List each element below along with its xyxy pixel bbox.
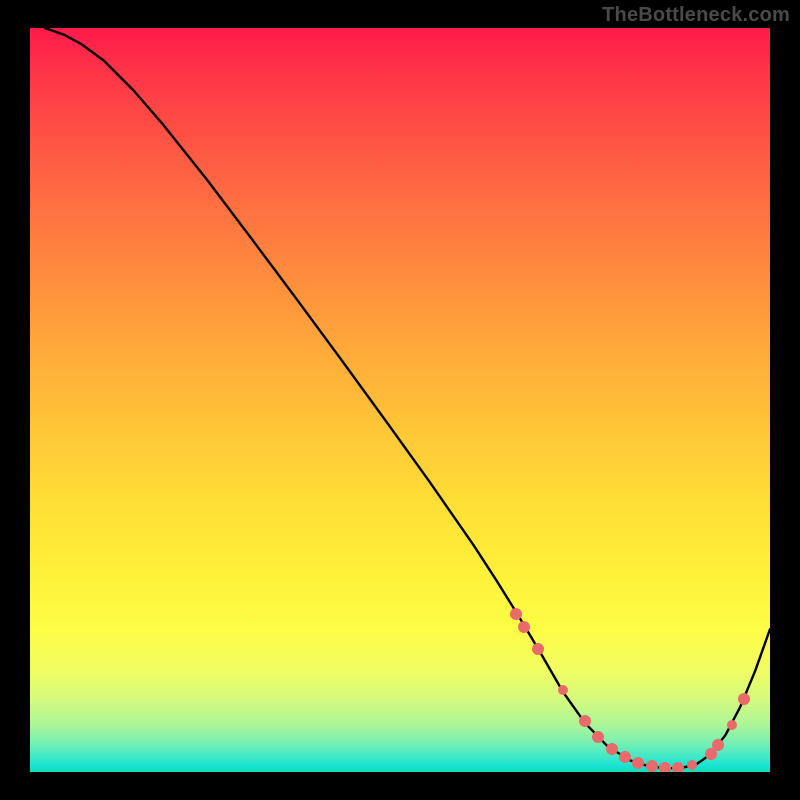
data-marker xyxy=(606,743,618,755)
data-marker xyxy=(592,731,604,743)
data-marker xyxy=(672,762,684,772)
data-marker xyxy=(619,751,631,763)
data-marker xyxy=(518,621,530,633)
data-marker xyxy=(558,685,568,695)
data-marker xyxy=(712,739,724,751)
marker-layer xyxy=(30,28,770,772)
watermark-label: TheBottleneck.com xyxy=(602,4,790,27)
data-marker xyxy=(510,608,522,620)
data-marker xyxy=(659,762,671,772)
data-marker xyxy=(532,643,544,655)
data-marker xyxy=(687,760,697,770)
data-marker xyxy=(632,757,644,769)
data-marker xyxy=(738,693,750,705)
data-marker xyxy=(646,760,658,772)
data-marker xyxy=(727,720,737,730)
data-marker xyxy=(579,715,591,727)
plot-area xyxy=(30,28,770,772)
